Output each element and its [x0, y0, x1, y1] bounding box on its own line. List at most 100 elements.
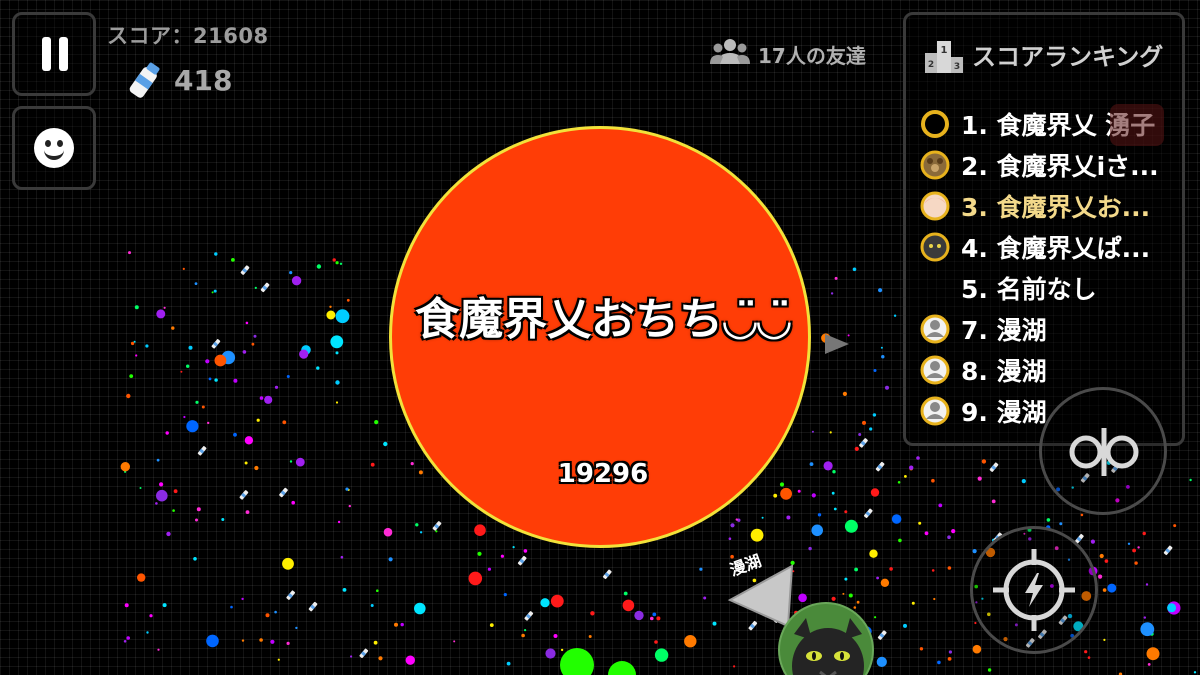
- food-pellet: [135, 354, 138, 357]
- food-pellet: [342, 588, 347, 592]
- food-pellet: [133, 340, 136, 343]
- food-pellet: [207, 421, 210, 425]
- food-pellet: [1142, 531, 1146, 536]
- food-pellet: [876, 576, 879, 580]
- food-pellet: [415, 523, 419, 527]
- milk-pickup-icon: [875, 461, 885, 472]
- food-pellet: [889, 567, 893, 571]
- game-canvas[interactable]: 食魔界乂おちち◡̈◡̈ 19296 漫湖 スコア：21608 418 17人の友…: [0, 0, 1200, 675]
- player-mass: 19296: [557, 459, 649, 489]
- food-pellet: [834, 276, 838, 280]
- food-pellet: [852, 267, 857, 272]
- food-pellet: [830, 292, 834, 295]
- food-pellet: [931, 569, 935, 572]
- food-pellet: [251, 342, 255, 346]
- food-pellet: [931, 478, 935, 483]
- food-pellet: [128, 251, 131, 255]
- food-pellet: [340, 555, 344, 559]
- food-pellet: [370, 462, 375, 467]
- food-pellet: [1080, 513, 1084, 517]
- milk-pickup-icon: [308, 601, 318, 612]
- milk-pickup-icon: [877, 630, 887, 640]
- milk-pickup-icon: [602, 569, 612, 580]
- food-pellet: [1046, 518, 1051, 522]
- food-pellet: [468, 571, 483, 586]
- food-pellet: [419, 531, 423, 534]
- food-pellet: [345, 487, 349, 491]
- food-pellet: [373, 640, 378, 645]
- food-pellet: [171, 326, 175, 330]
- friends-counter[interactable]: 17人の友達: [710, 36, 866, 68]
- food-pellet: [780, 487, 792, 500]
- food-pellet: [880, 346, 883, 349]
- pause-button[interactable]: [12, 12, 96, 96]
- food-pellet: [214, 354, 227, 367]
- food-pellet: [1134, 561, 1138, 565]
- food-pellet: [330, 335, 344, 349]
- food-pellet: [346, 298, 350, 302]
- food-pellet: [155, 502, 158, 505]
- enemy-cell: [608, 661, 636, 675]
- food-pellet: [550, 594, 564, 608]
- milk-pickup-icon: [859, 438, 868, 448]
- food-pellet: [832, 470, 836, 474]
- food-pellet: [400, 622, 404, 627]
- food-pellet: [854, 567, 858, 572]
- food-pellet: [244, 436, 254, 445]
- chat-bubble-icon[interactable]: [1110, 104, 1164, 146]
- food-pellet: [842, 592, 845, 595]
- food-pellet: [728, 537, 732, 540]
- leaderboard-entry-text: 7. 漫湖: [961, 316, 1047, 345]
- milk-pickup-icon: [260, 282, 270, 293]
- food-pellet: [588, 635, 592, 638]
- food-pellet: [253, 334, 257, 338]
- food-pellet: [1193, 671, 1197, 674]
- food-pellet: [163, 306, 166, 309]
- food-pellet: [1140, 622, 1155, 637]
- food-pellet: [878, 288, 883, 293]
- food-pellet: [844, 577, 848, 581]
- leaderboard-panel: 1 2 3 スコアランキング 1. 食魔界乂 湧子 2. 食魔界乂iさ... 3. …: [903, 12, 1185, 446]
- food-pellet: [869, 427, 873, 431]
- food-pellet: [254, 465, 259, 471]
- boost-button[interactable]: [970, 526, 1098, 654]
- food-pellet: [842, 391, 848, 396]
- food-pellet: [335, 309, 350, 324]
- split-button[interactable]: [1039, 387, 1167, 515]
- food-pellet: [277, 658, 280, 661]
- food-pellet: [1173, 524, 1177, 528]
- food-pellet: [194, 282, 198, 285]
- food-pellet: [162, 603, 167, 608]
- food-pellet: [919, 647, 924, 651]
- leaderboard-title: スコアランキング: [972, 43, 1164, 71]
- friends-icon: [710, 39, 750, 64]
- food-pellet: [244, 461, 248, 465]
- food-pellet: [299, 349, 309, 359]
- smiley-icon: [34, 128, 74, 168]
- leaderboard-entry-text: 3. 食魔界乂お...: [961, 193, 1151, 222]
- food-pellet: [854, 446, 859, 451]
- food-pellet: [388, 557, 393, 562]
- food-pellet: [335, 401, 339, 404]
- food-pellet: [897, 481, 901, 484]
- leaderboard-entry-text: 9. 漫湖: [961, 398, 1047, 427]
- food-pellet: [891, 514, 902, 524]
- milk-count: 418: [174, 64, 233, 97]
- food-pellet: [241, 597, 244, 601]
- milk-pickup-icon: [1163, 545, 1173, 556]
- emoji-button[interactable]: [12, 106, 96, 190]
- food-pellet: [146, 631, 149, 634]
- food-pellet: [348, 504, 351, 508]
- food-pellet: [182, 267, 185, 270]
- food-pellet: [699, 567, 703, 571]
- milk-pickup-icon: [359, 648, 369, 659]
- food-pellet: [1146, 647, 1160, 661]
- food-pellet: [880, 578, 890, 587]
- food-pellet: [750, 528, 764, 542]
- leaderboard-entry-text: 5. 名前なし: [961, 275, 1097, 304]
- food-pellet: [590, 611, 595, 616]
- food-pellet: [350, 655, 353, 658]
- milk-pickup-icon: [432, 521, 442, 531]
- food-pellet: [937, 660, 941, 665]
- food-pellet: [254, 286, 257, 289]
